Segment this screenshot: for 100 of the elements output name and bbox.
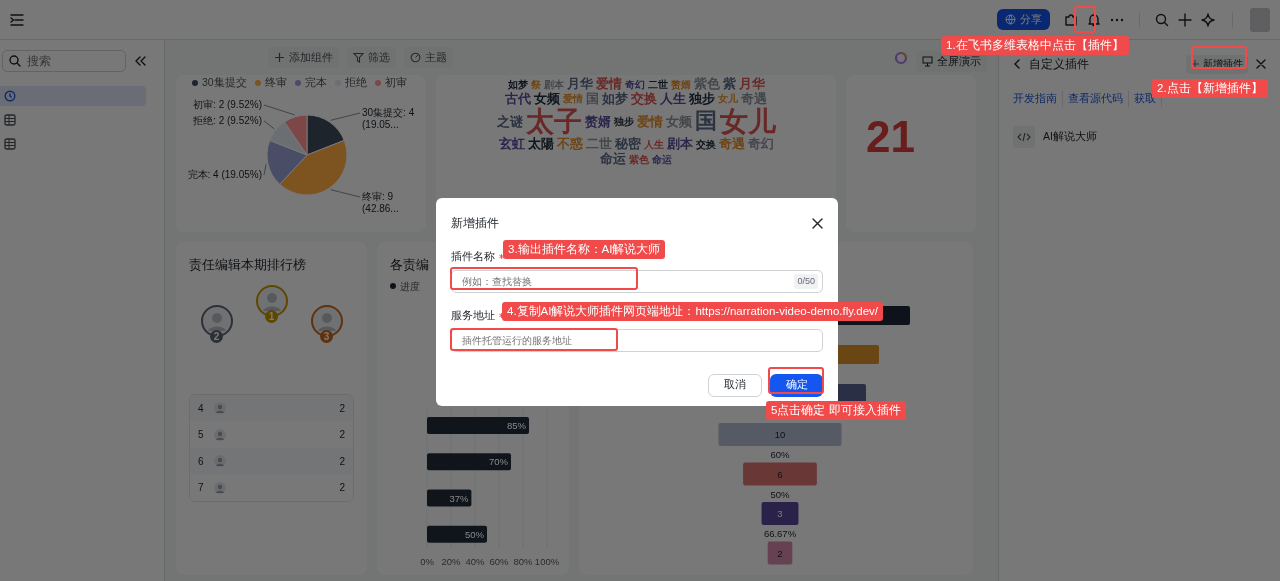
cloud-word: 秘密 [614,137,641,152]
share-button[interactable]: 分享 [997,9,1050,30]
axis-tick-label: 20% [441,555,461,567]
search-icon [9,55,21,67]
code-icon[interactable] [1013,125,1035,148]
cloud-word: 独步 [613,116,634,128]
globe-icon [1005,14,1016,25]
avatar-icon [214,455,226,467]
axis-tick-label: 60% [489,555,509,567]
conversion-rate: 60% [770,449,790,460]
annotation-callout: 4.复制AI解说大师插件网页端地址：https://narration-video-demo.fly.dev/ [502,302,884,321]
cloud-word: 紫 [722,77,736,92]
filter-icon [353,52,364,63]
cloud-word: 太陽 [527,137,554,152]
plugin-icon[interactable] [1064,12,1078,27]
cloud-word: 爱情 [636,114,663,130]
bar [427,489,472,507]
field-label: 服务地址 [451,307,495,323]
cloud-word: 爱情 [563,93,583,105]
dashboard-icon [4,90,16,102]
leader-line [330,112,361,121]
rank-number: 7 [198,481,205,495]
score-value: 2 [339,428,345,442]
cloud-word: 赘婿 [670,78,691,90]
cloud-word: 玄虹 [498,137,525,152]
rank-number: 5 [198,428,205,442]
funnel-bar [761,502,799,525]
table-icon [4,138,16,150]
search-input[interactable]: 搜索 [25,51,115,71]
leader-line [263,104,295,115]
axis-tick-label: 100% [534,555,560,567]
annotation-callout: 3.输出插件名称：AI解说大师 [503,240,666,259]
funnel-bar [767,541,793,565]
cloud-word: 女儿 [718,93,738,105]
cloud-word: 交换 [695,139,716,151]
data-label: 30集提交: 4 (19.05... [362,106,416,131]
bar [427,525,487,543]
cloud-word: 爱情 [595,77,622,92]
cloud-word: 女频 [534,91,560,107]
legend-label: 30集提交 [202,75,247,90]
cloud-word: 如梦 [602,91,628,107]
data-label: 10 [774,429,786,440]
avatar-icon [214,402,226,414]
conversion-rate: 50% [770,488,790,500]
card-title: 各责编 [390,257,429,274]
score-value: 2 [339,454,345,469]
data-label: 终审: 9 (42.86... [362,190,400,215]
cloud-word: 之谜 [496,114,523,130]
data-label: 2 [777,547,783,559]
cloud-word: 赘婿 [584,114,611,130]
link[interactable]: 开发指南 [1008,91,1063,107]
conversion-rate: 66.67% [763,528,797,539]
panel-title: 自定义插件 [1029,56,1089,73]
legend-label: 初审 [384,75,407,90]
cloud-word: 紫色 [629,153,649,165]
data-label: 85% [507,419,526,431]
cloud-word: 太子 [525,106,582,138]
bell-icon[interactable] [1087,12,1101,27]
plus-icon[interactable] [1178,12,1192,27]
cloud-word: 二世 [647,78,668,90]
data-label: 拒绝: 2 (9.52%) [192,114,262,127]
sparkle-icon[interactable] [1201,12,1215,27]
cloud-word: 交换 [631,91,657,107]
back-icon[interactable] [1013,59,1021,69]
score-value: 2 [339,401,345,416]
avatar-icon [214,428,226,441]
plus-icon [274,52,285,63]
metric-value: 21 [866,115,916,159]
cloud-word: 奇幻 [624,78,645,90]
data-label: 3 [777,508,783,519]
plus-icon [1191,60,1199,68]
table-icon [4,114,16,126]
field-label: 插件名称 [451,249,495,264]
legend-label: 拒绝 [344,75,367,90]
cloud-word: 奇遇 [718,137,745,152]
annotation-callout: 1.在飞书多维表格中点击【插件】 [941,36,1129,55]
legend-dot [390,283,396,290]
close-icon[interactable] [812,217,823,229]
monitor-icon [922,56,933,67]
cloud-word: 如梦 [507,78,528,90]
rank-number: 6 [198,454,205,469]
collapse-icon[interactable] [134,55,146,67]
cloud-word: 月华 [566,77,593,92]
legend-label: 终审 [264,75,287,90]
dialog-title: 新增插件 [451,215,499,232]
avatar-icon [214,481,226,494]
cloud-word: 人生 [643,139,664,151]
search-field[interactable]: 搜索 [2,50,126,72]
search-icon[interactable] [1155,12,1169,27]
plugin-name[interactable]: AI解说大师 [1043,128,1097,145]
cancel-button[interactable]: 取消 [708,373,762,397]
cloud-word: 人生 [660,91,686,107]
cloud-word: 国 [694,109,717,135]
character-counter: 0/50 [794,273,818,289]
link[interactable]: 查看源代码 [1063,91,1129,107]
data-label: 70% [489,455,508,467]
loading-ring-icon [894,50,908,65]
leader-line [263,120,275,129]
axis-tick-label: 0% [420,555,434,567]
sidebar-toggle-icon[interactable] [10,12,24,27]
